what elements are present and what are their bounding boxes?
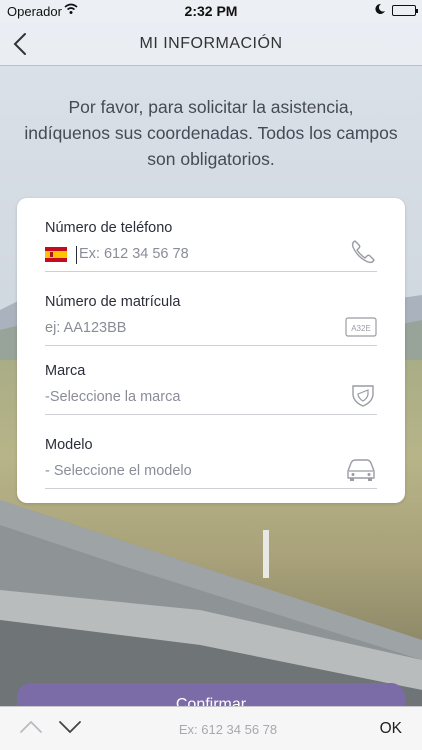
license-plate-icon: A32E	[345, 317, 377, 337]
brand-underline	[45, 414, 377, 415]
toolbar-hint: Ex: 612 34 56 78	[178, 722, 278, 737]
intro-text: Por favor, para solicitar la asistencia,…	[24, 97, 398, 169]
nav-bar: MI INFORMACIÓN	[0, 22, 422, 66]
phone-label: Número de teléfono	[45, 220, 173, 236]
battery-icon	[392, 5, 418, 16]
car-icon	[347, 459, 375, 481]
done-button[interactable]: OK	[380, 720, 402, 738]
phone-input[interactable]: Ex: 612 34 56 78	[79, 246, 189, 262]
spain-flag-icon[interactable]	[45, 247, 67, 262]
model-label: Modelo	[45, 437, 93, 453]
page-title: MI INFORMACIÓN	[139, 35, 283, 52]
brand-field[interactable]: Marca -Seleccione la marca	[45, 363, 377, 425]
clock: 2:32 PM	[184, 3, 238, 19]
plate-icon-text: A32E	[351, 324, 371, 333]
plate-input[interactable]: ej: AA123BB	[45, 320, 126, 336]
text-cursor	[76, 246, 77, 264]
keyboard-toolbar: Ex: 612 34 56 78 OK	[0, 706, 422, 750]
phone-icon	[351, 240, 375, 264]
form-card: Número de teléfono Ex: 612 34 56 78 Núme…	[17, 198, 405, 503]
plate-field[interactable]: Número de matrícula ej: AA123BB A32E	[45, 294, 377, 356]
phone-underline	[45, 271, 377, 272]
brand-label: Marca	[45, 363, 86, 379]
status-bar: Operador 2:32 PM	[0, 0, 422, 22]
plate-label: Número de matrícula	[45, 294, 181, 310]
model-underline	[45, 488, 377, 489]
moon-icon	[375, 3, 385, 14]
model-field[interactable]: Modelo - Seleccione el modelo	[45, 437, 377, 499]
shield-icon	[352, 385, 374, 407]
model-select[interactable]: - Seleccione el modelo	[45, 463, 192, 479]
phone-field[interactable]: Número de teléfono Ex: 612 34 56 78	[45, 220, 377, 282]
brand-select[interactable]: -Seleccione la marca	[45, 389, 180, 405]
plate-underline	[45, 345, 377, 346]
